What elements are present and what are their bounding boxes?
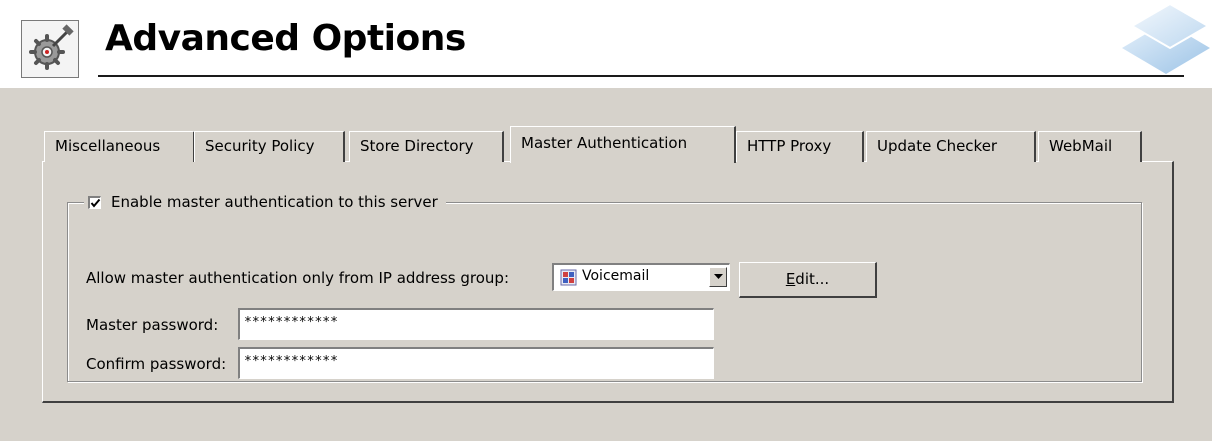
tab-store-directory[interactable]: Store Directory [349, 131, 504, 162]
ip-group-label: Allow master authentication only from IP… [86, 269, 510, 287]
tab-update-checker[interactable]: Update Checker [866, 131, 1036, 162]
tab-webmail[interactable]: WebMail [1038, 131, 1142, 162]
edit-button-mnemonic: E [785, 270, 796, 288]
enable-master-auth-checkbox[interactable] [88, 195, 101, 209]
tab-miscellaneous[interactable]: Miscellaneous [44, 131, 195, 162]
master-auth-groupbox: Enable master authentication to this ser… [67, 190, 1142, 382]
master-password-label: Master password: [86, 316, 219, 334]
confirm-password-label: Confirm password: [86, 355, 227, 373]
tab-master-authentication[interactable]: Master Authentication [510, 126, 736, 163]
header-divider [98, 75, 1184, 77]
dropdown-arrow-button[interactable] [709, 267, 727, 287]
dialog-panel: Enable master authentication to this ser… [0, 88, 1212, 441]
stacked-squares-logo [1118, 0, 1212, 92]
edit-button-label: dit... [795, 270, 830, 288]
ip-group-value: Voicemail [582, 268, 650, 284]
ip-group-icon [560, 269, 577, 286]
page-title: Advanced Options [105, 18, 466, 59]
tab-http-proxy[interactable]: HTTP Proxy [736, 131, 864, 162]
enable-master-auth-option[interactable]: Enable master authentication to this ser… [84, 190, 446, 214]
master-password-input[interactable]: ************ [238, 308, 714, 340]
checkmark-icon [90, 198, 101, 208]
edit-button[interactable]: Edit... [739, 262, 877, 298]
gear-hammer-icon [21, 20, 79, 78]
chevron-down-icon [714, 274, 723, 279]
confirm-password-input[interactable]: ************ [238, 347, 714, 379]
ip-group-select[interactable]: Voicemail [552, 263, 730, 291]
tab-panel-master-authentication: Enable master authentication to this ser… [42, 161, 1174, 403]
header: Advanced Options [0, 0, 1212, 86]
tab-security-policy[interactable]: Security Policy [194, 131, 345, 162]
enable-master-auth-label: Enable master authentication to this ser… [111, 193, 438, 211]
